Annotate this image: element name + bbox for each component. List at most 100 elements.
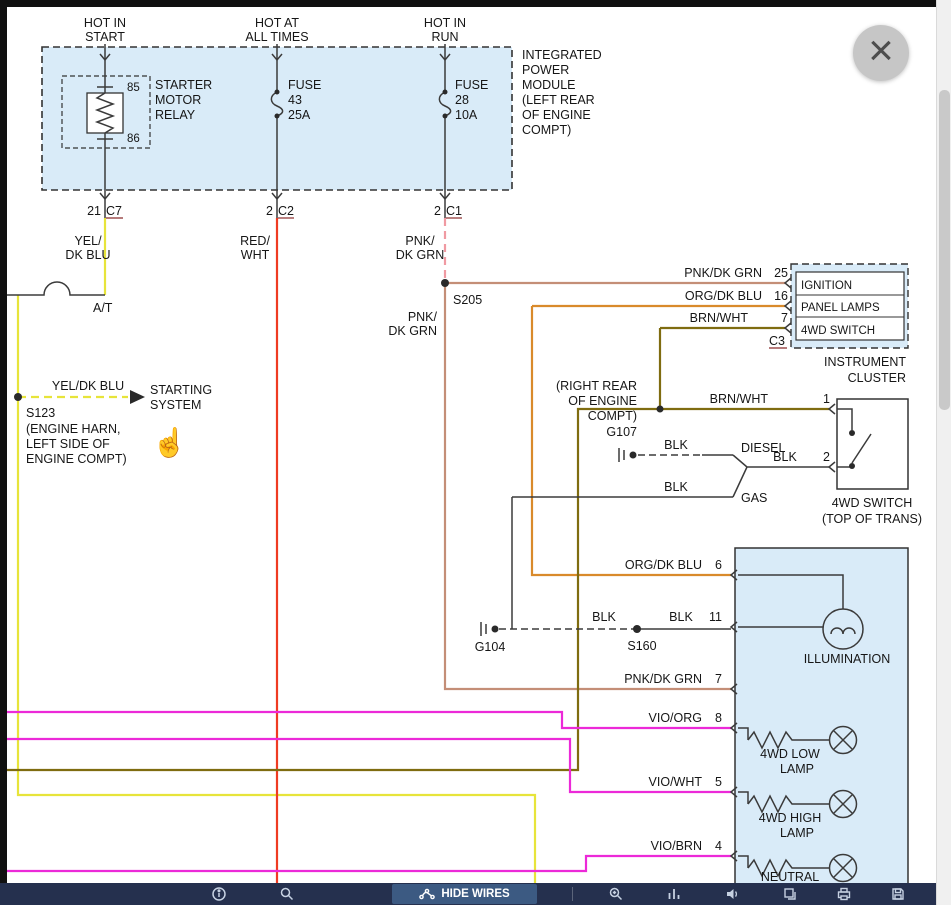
g107-label: G107 <box>606 425 637 439</box>
connector-ref-c7: C7 <box>106 204 122 218</box>
wire-color-label: BLK <box>664 438 688 452</box>
cluster-name: INSTRUMENT <box>824 355 906 369</box>
module-title: OF ENGINE <box>522 108 591 122</box>
splice-s160-dot <box>633 625 641 633</box>
search-icon[interactable] <box>279 886 295 902</box>
module-title: MODULE <box>522 78 575 92</box>
relay-label: RELAY <box>155 108 196 122</box>
bottom-toolbar: HIDE WIRES <box>0 883 936 905</box>
cluster-cell-label: IGNITION <box>801 280 852 292</box>
lamp-name: 4WD HIGH <box>759 811 822 825</box>
relay-pin-85: 85 <box>127 82 140 94</box>
scrollbar-thumb[interactable] <box>939 90 950 410</box>
fuse-28-label: 10A <box>455 108 478 122</box>
print-icon[interactable] <box>836 886 852 902</box>
vio-brn-wire <box>7 856 731 871</box>
wiring-diagram-canvas: HOT IN START HOT AT ALL TIMES HOT IN RUN… <box>0 0 951 905</box>
pin-number: 4 <box>715 839 722 853</box>
g104-dot <box>492 626 499 633</box>
save-icon[interactable] <box>890 886 906 902</box>
fuse-end-dot <box>443 114 448 119</box>
wire-color-label: PNK/ <box>405 234 435 248</box>
wire-color-label: BRN/WHT <box>710 392 769 406</box>
splice-s160-label: S160 <box>627 639 656 653</box>
feed-label: START <box>85 30 125 44</box>
4wd-switch-box <box>837 399 908 489</box>
feed-label: ALL TIMES <box>245 30 308 44</box>
s123-location: LEFT SIDE OF <box>26 437 110 451</box>
pin-number: 7 <box>781 311 788 325</box>
module-title: (LEFT REAR <box>522 93 595 107</box>
close-icon: × <box>868 29 894 73</box>
wire-color-label: BLK <box>773 450 797 464</box>
splice-s123-dot <box>14 393 22 401</box>
fuse-28-label: 28 <box>455 93 469 107</box>
lamp-module-box <box>735 548 908 905</box>
vio-wires <box>7 712 731 871</box>
g107-location: COMPT) <box>588 409 637 423</box>
feed-label: HOT AT <box>255 16 299 30</box>
switch-name: (TOP OF TRANS) <box>822 512 922 526</box>
pin-number: 16 <box>774 289 788 303</box>
layers-icon[interactable] <box>782 886 798 902</box>
wire-color-label: ORG/DK BLU <box>685 289 762 303</box>
wire-color-label: WHT <box>241 248 270 262</box>
window-frame-top <box>0 0 936 7</box>
fuse-end-dot <box>275 114 280 119</box>
wire-color-label: DK GRN <box>388 324 437 338</box>
speaker-icon[interactable] <box>724 886 740 902</box>
fuse-43-label: FUSE <box>288 78 321 92</box>
switch-contact-dot <box>849 430 855 436</box>
fuse-28-label: FUSE <box>455 78 488 92</box>
wire-color-label: DK BLU <box>65 248 110 262</box>
splice-s205-dot <box>441 279 449 287</box>
panel-boxes <box>42 47 908 905</box>
at-option-hump <box>7 282 105 295</box>
starting-system-label: STARTING <box>150 383 212 397</box>
g104-label: G104 <box>475 640 506 654</box>
wire-color-label: PNK/ <box>408 310 438 324</box>
hide-wires-button[interactable]: HIDE WIRES <box>392 884 537 904</box>
g107-location: (RIGHT REAR <box>556 379 637 393</box>
feed-label: HOT IN <box>84 16 126 30</box>
info-icon[interactable] <box>211 886 227 902</box>
wire-color-label: ORG/DK BLU <box>625 558 702 572</box>
brn-wire-segment <box>7 409 829 770</box>
chart-icon[interactable] <box>666 886 682 902</box>
pin-number: 25 <box>774 266 788 280</box>
module-title: COMPT) <box>522 123 571 137</box>
pin-number: 8 <box>715 711 722 725</box>
lamp-name: 4WD LOW <box>760 747 820 761</box>
g107-location: OF ENGINE <box>568 394 637 408</box>
fuse-end-dot <box>275 90 280 95</box>
vio-wht-wire <box>7 739 731 792</box>
vio-org-wire <box>7 712 731 728</box>
hide-wires-label: HIDE WIRES <box>441 888 509 900</box>
wire-color-label: VIO/ORG <box>649 711 702 725</box>
switch-name: 4WD SWITCH <box>832 496 913 510</box>
wire-color-label: BLK <box>664 480 688 494</box>
starting-system-arrow <box>130 390 145 404</box>
pin-number: 1 <box>823 392 830 406</box>
close-button[interactable]: × <box>853 25 909 81</box>
vertical-scrollbar[interactable] <box>936 0 951 905</box>
feed-label: HOT IN <box>424 16 466 30</box>
wire-icon <box>419 888 435 900</box>
splice-s205-label: S205 <box>453 293 482 307</box>
module-title: INTEGRATED <box>522 48 602 62</box>
module-title: POWER <box>522 63 569 77</box>
splice-s123-label: S123 <box>26 406 55 420</box>
relay-pin-86: 86 <box>127 133 140 145</box>
switch-contact-dot <box>849 463 855 469</box>
window-frame-left <box>0 0 7 883</box>
toolbar-separator <box>572 887 573 901</box>
g107-dot <box>630 452 637 459</box>
connector-pin: 21 <box>87 204 101 218</box>
cluster-cell-label: PANEL LAMPS <box>801 302 880 314</box>
connector-pin: 2 <box>434 204 441 218</box>
pointer-cursor-icon: ☝ <box>152 426 187 459</box>
wire-color-label: YEL/ <box>74 234 102 248</box>
gas-label: GAS <box>741 491 767 505</box>
g104-ground-icon <box>481 622 486 636</box>
zoom-in-icon[interactable] <box>608 886 624 902</box>
